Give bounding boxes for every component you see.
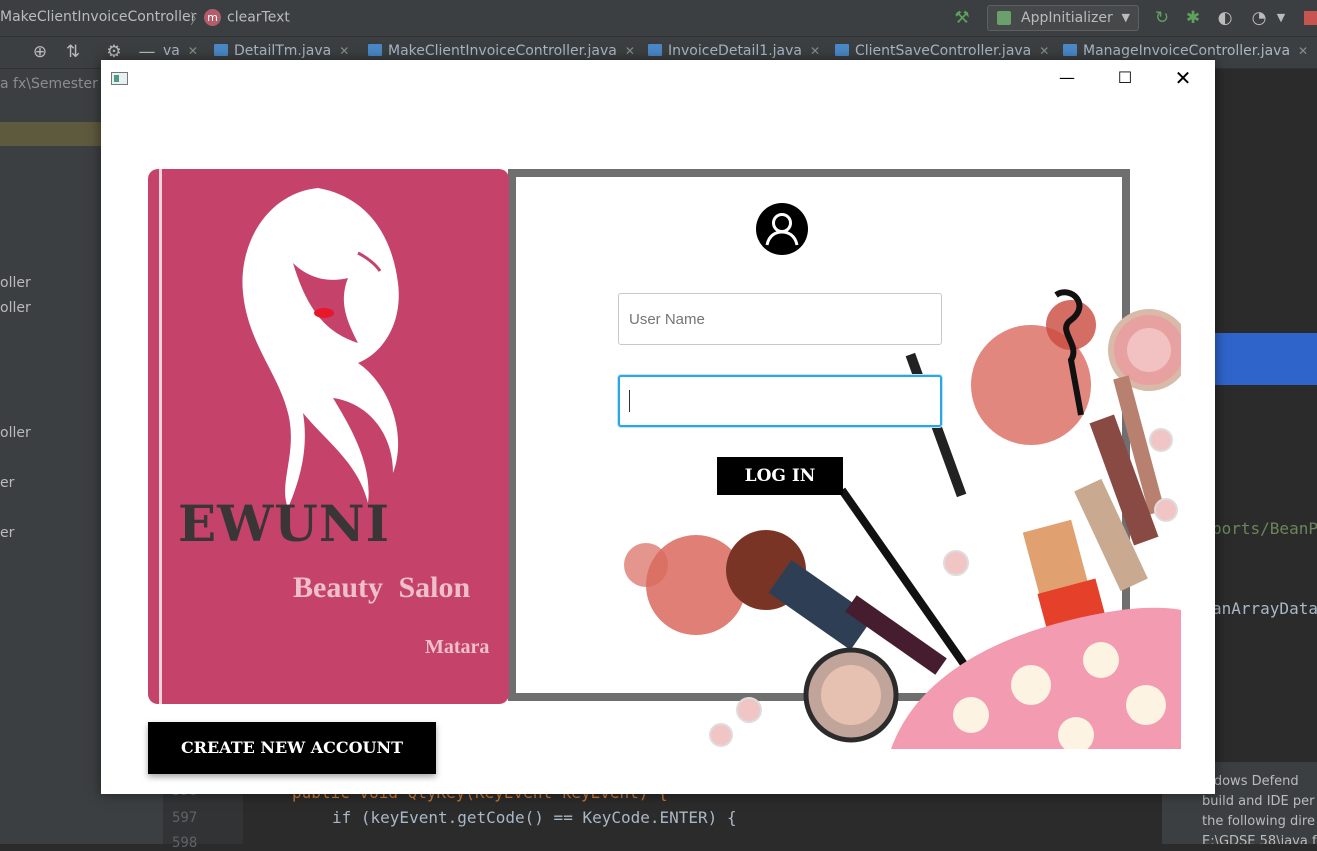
tree-item[interactable]: oller [0, 275, 31, 291]
close-tab-icon[interactable]: ✕ [1298, 44, 1308, 58]
tab-truncated[interactable]: va ✕ [163, 43, 198, 59]
profiler-icon[interactable]: ◔ [1249, 8, 1269, 28]
minimize-icon[interactable]: — [1038, 60, 1096, 96]
brand-name: EWUNI [178, 494, 390, 553]
tree-item[interactable]: oller [0, 425, 31, 441]
coverage-shield-icon[interactable]: ◐ [1215, 8, 1235, 28]
tab-manage-invoice[interactable]: ManageInvoiceController.java ✕ [1063, 43, 1308, 59]
tree-item[interactable]: er [0, 475, 14, 491]
user-avatar-icon [756, 203, 808, 255]
collapse-icon[interactable]: ⇅ [63, 42, 83, 62]
create-account-button[interactable]: CREATE NEW ACCOUNT [148, 722, 436, 774]
window-title-bar[interactable]: — ☐ ✕ [101, 60, 1215, 96]
login-window: — ☐ ✕ EWUNI Beauty Salon Matara User Nam… [101, 60, 1215, 794]
java-file-icon [1063, 44, 1077, 56]
java-file-icon [368, 44, 382, 56]
profiler-dropdown-icon[interactable]: ▼ [1271, 8, 1291, 28]
tab-client-save[interactable]: ClientSaveController.java ✕ [835, 43, 1049, 59]
notification-line: build and IDE per [1202, 794, 1315, 809]
notification-line: indows Defend [1202, 774, 1299, 789]
run-config-label: AppInitializer [1021, 10, 1113, 26]
app-icon [111, 72, 128, 85]
java-file-icon [835, 44, 849, 56]
breadcrumb-separator: 〉 [190, 12, 204, 28]
rerun-icon[interactable]: ↻ [1152, 8, 1172, 28]
line-number: 597 [172, 810, 198, 826]
notification-line: the following dire [1202, 814, 1315, 829]
tab-invoice-detail[interactable]: InvoiceDetail1.java ✕ [648, 43, 820, 59]
chevron-down-icon: ▼ [1121, 11, 1130, 24]
project-path: a fx\Semester [0, 76, 98, 92]
locate-target-icon[interactable]: ⊕ [30, 42, 50, 62]
brand-subtitle: Beauty Salon [293, 571, 471, 604]
close-tab-icon[interactable]: ✕ [188, 44, 198, 58]
stop-icon[interactable] [1304, 11, 1317, 25]
notification-line: E:\GDSE 58\java f [1202, 834, 1317, 844]
run-config-select[interactable]: AppInitializer ▼ [987, 5, 1139, 31]
close-icon[interactable]: ✕ [1154, 60, 1212, 96]
close-tab-icon[interactable]: ✕ [339, 44, 349, 58]
run-config-icon [997, 11, 1011, 25]
woman-silhouette-logo [242, 188, 399, 508]
tree-item[interactable]: er [0, 525, 14, 541]
password-input[interactable] [618, 375, 942, 427]
panel-stripe [159, 169, 162, 704]
maximize-icon[interactable]: ☐ [1096, 60, 1154, 96]
breadcrumb-method[interactable]: m clearText [204, 9, 290, 26]
code-line[interactable]: if (keyEvent.getCode() == KeyCode.ENTER)… [332, 808, 737, 827]
close-tab-icon[interactable]: ✕ [625, 44, 635, 58]
ide-navigation-bar: MakeClientInvoiceController 〉 m clearText… [0, 0, 1317, 37]
line-number: 598 [172, 835, 198, 851]
text-cursor [629, 390, 630, 412]
close-tab-icon[interactable]: ✕ [1039, 44, 1049, 58]
breadcrumb-method-label: clearText [227, 9, 290, 26]
build-hammer-icon[interactable]: ⚒ [952, 8, 972, 28]
debug-bug-icon[interactable]: ✱ [1183, 8, 1203, 28]
username-input[interactable] [618, 293, 942, 345]
tab-detail-tm[interactable]: DetailTm.java ✕ [214, 43, 349, 59]
breadcrumb-file[interactable]: MakeClientInvoiceController [0, 9, 196, 25]
brand-panel: EWUNI Beauty Salon Matara [148, 169, 509, 704]
code-fragment: anArrayData [1212, 599, 1317, 618]
tree-item[interactable]: oller [0, 300, 31, 316]
hide-panel-icon[interactable]: — [137, 42, 157, 62]
java-file-icon [648, 44, 662, 56]
close-tab-icon[interactable]: ✕ [810, 44, 820, 58]
method-icon: m [204, 9, 221, 26]
login-button[interactable]: LOG IN [717, 457, 843, 495]
code-fragment: ports/BeanP [1212, 519, 1317, 538]
gear-icon[interactable]: ⚙ [104, 42, 124, 62]
brand-location: Matara [425, 636, 490, 658]
java-file-icon [214, 44, 228, 56]
tab-make-client-invoice[interactable]: MakeClientInvoiceController.java ✕ [368, 43, 635, 59]
